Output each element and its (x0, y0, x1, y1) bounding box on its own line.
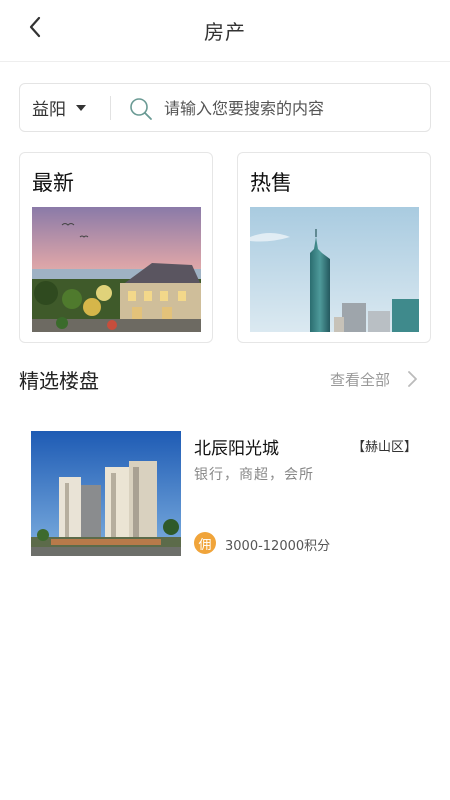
view-all-link[interactable]: 查看全部 (330, 366, 420, 392)
high-rise-towers-image (31, 431, 181, 556)
page-title: 房产 (204, 20, 246, 44)
listing-name: 北辰阳光城 (194, 439, 279, 459)
caret-down-icon (76, 104, 86, 111)
listing-tags: 银行，商超，会所 (194, 467, 314, 483)
category-title: 最新 (32, 171, 74, 195)
points-range: 3000-12000积分 (225, 539, 331, 554)
search-input[interactable] (164, 92, 420, 124)
list-item[interactable]: 北辰阳光城 【赫山区】 银行，商超，会所 佣 3000-12000积分 (19, 420, 431, 570)
city-dropdown[interactable]: 益阳 (20, 84, 110, 131)
category-card-latest[interactable]: 最新 (19, 152, 213, 343)
category-card-hot-sale[interactable]: 热售 (237, 152, 431, 343)
villa-at-sunset-image (32, 207, 201, 332)
search-bar: 益阳 (19, 83, 431, 132)
view-all-label: 查看全部 (330, 370, 391, 389)
skyscraper-image (250, 207, 419, 332)
search-icon (130, 98, 152, 120)
top-bar: 房产 (0, 0, 450, 62)
divider (110, 96, 111, 120)
category-title: 热售 (250, 171, 292, 195)
city-label: 益阳 (32, 100, 66, 120)
section-title: 精选楼盘 (19, 369, 99, 393)
chevron-right-icon (408, 371, 417, 387)
commission-badge: 佣 (194, 532, 216, 554)
listing-district: 【赫山区】 (351, 440, 417, 455)
